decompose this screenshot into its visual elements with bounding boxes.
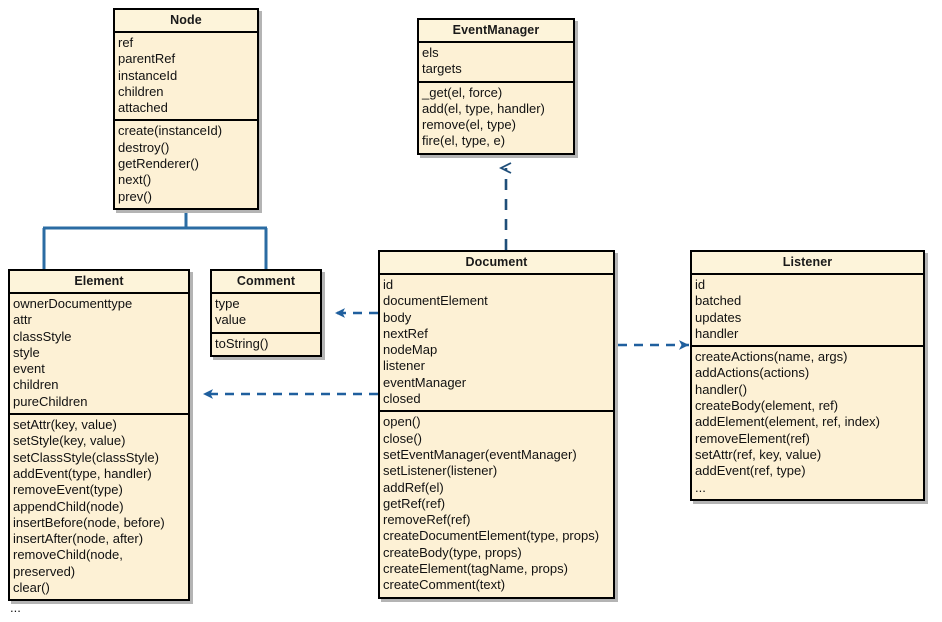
element-overflow-ellipsis: ... — [10, 600, 21, 615]
member-row: batched — [695, 293, 742, 309]
member-row: close() — [383, 430, 423, 446]
member-row: removeEvent(type) — [13, 482, 123, 498]
class-box-comment[interactable]: Comment type value toString() — [210, 269, 322, 357]
member-row: createBody(type, props) — [383, 544, 522, 560]
member-row: addElement(element, ref, index) — [695, 414, 880, 430]
member-row: attr — [13, 312, 32, 328]
class-name-listener: Listener — [692, 252, 923, 275]
member-row: add(el, type, handler) — [422, 100, 545, 116]
member-row: value — [215, 312, 247, 328]
class-box-eventmanager[interactable]: EventManager els targets _get(el, force) a… — [417, 18, 575, 155]
member-row: children — [13, 377, 59, 393]
member-row: id — [383, 277, 394, 292]
member-row: addActions(actions) — [695, 365, 810, 381]
member-row: next() — [118, 172, 152, 188]
member-row: clear() — [13, 580, 50, 596]
class-box-listener[interactable]: Listener id batched updates handler createA… — [690, 250, 925, 501]
member-row: eventManager — [383, 374, 467, 390]
member-row: els — [422, 45, 439, 60]
member-row: ownerDocumenttype — [13, 296, 133, 311]
member-row: classStyle — [13, 328, 72, 344]
member-row: handler — [695, 325, 739, 341]
class-name-node: Node — [115, 10, 257, 33]
member-row: _get(el, force) — [422, 84, 503, 100]
member-row: setListener(listener) — [383, 463, 498, 479]
member-row: ... — [695, 479, 706, 495]
member-row: nodeMap — [383, 342, 438, 358]
class-box-element[interactable]: Element ownerDocumenttype attr classStyle s… — [8, 269, 190, 602]
member-row: attached — [118, 100, 168, 116]
member-row: remove(el, type) — [422, 117, 516, 133]
member-row: nextRef — [383, 325, 428, 341]
member-row: updates — [695, 309, 742, 325]
member-row: createDocumentElement(type, props) — [383, 528, 600, 544]
methods-eventmanager: _get(el, force) add(el, type, handler) rem… — [419, 80, 573, 153]
attributes-listener: id batched updates handler — [692, 275, 923, 346]
member-row: targets — [422, 61, 462, 77]
member-row: setAttr(key, value) — [13, 417, 117, 433]
attributes-node: ref parentRef instanceId children attached — [115, 33, 257, 120]
attributes-element: ownerDocumenttype attr classStyle style even… — [10, 294, 188, 414]
member-row: body — [383, 309, 412, 325]
member-row: id — [695, 277, 706, 292]
member-row: insertAfter(node, after) — [13, 531, 144, 547]
member-row: setEventManager(eventManager) — [383, 446, 577, 462]
methods-listener: createActions(name, args) addActions(acti… — [692, 345, 923, 499]
attributes-document: id documentElement body nextRef nodeMap liste… — [380, 275, 613, 411]
attributes-comment: type value — [212, 294, 320, 332]
methods-comment: toString() — [212, 331, 320, 355]
member-row: documentElement — [383, 293, 488, 309]
member-row: addEvent(type, handler) — [13, 465, 152, 481]
member-row: createActions(name, args) — [695, 349, 848, 365]
member-row: event — [13, 361, 45, 377]
attributes-eventmanager: els targets — [419, 43, 573, 81]
member-row: createBody(element, ref) — [695, 398, 839, 414]
member-row: appendChild(node) — [13, 498, 124, 514]
class-name-eventmanager: EventManager — [419, 20, 573, 43]
member-row: listener — [383, 358, 425, 374]
member-row: children — [118, 83, 164, 99]
member-row: setStyle(key, value) — [13, 433, 126, 449]
member-row: prev() — [118, 188, 152, 204]
member-row: parentRef — [118, 51, 176, 67]
member-row: style — [13, 344, 40, 360]
member-row: fire(el, type, e) — [422, 133, 506, 149]
member-row: open() — [383, 414, 421, 430]
member-row: toString() — [215, 335, 269, 351]
member-row: setAttr(ref, key, value) — [695, 446, 822, 462]
member-row: removeRef(ref) — [383, 512, 471, 528]
member-row: createComment(text) — [383, 577, 506, 593]
member-row: type — [215, 296, 240, 311]
class-box-document[interactable]: Document id documentElement body nextRef nod… — [378, 250, 615, 599]
member-row: pureChildren — [13, 393, 88, 409]
methods-document: open() close() setEventManager(eventManage… — [380, 410, 613, 597]
member-row: setClassStyle(classStyle) — [13, 449, 159, 465]
methods-element: setAttr(key, value) setStyle(key, value) s… — [10, 413, 188, 600]
member-row: addRef(el) — [383, 479, 444, 495]
member-row: getRef(ref) — [383, 495, 446, 511]
class-box-node[interactable]: Node ref parentRef instanceId children attac… — [113, 8, 259, 210]
member-row: handler() — [695, 381, 748, 397]
diagram-canvas: Node ref parentRef instanceId children attac… — [0, 0, 942, 622]
class-name-element: Element — [10, 271, 188, 294]
member-row: getRenderer() — [118, 156, 199, 172]
member-row: instanceId — [118, 67, 178, 83]
member-row: addEvent(ref, type) — [695, 463, 806, 479]
member-row: createElement(tagName, props) — [383, 561, 568, 577]
member-row: closed — [383, 391, 421, 407]
member-row: destroy() — [118, 139, 170, 155]
member-row: ref — [118, 35, 134, 50]
class-name-document: Document — [380, 252, 613, 275]
member-row: insertBefore(node, before) — [13, 514, 165, 530]
class-name-comment: Comment — [212, 271, 320, 294]
member-row: removeChild(node, preserved) — [13, 547, 127, 579]
methods-node: create(instanceId) destroy() getRenderer()… — [115, 119, 257, 208]
relation-generalization-to-node — [42, 203, 268, 269]
member-row: removeElement(ref) — [695, 430, 810, 446]
member-row: create(instanceId) — [118, 123, 223, 139]
